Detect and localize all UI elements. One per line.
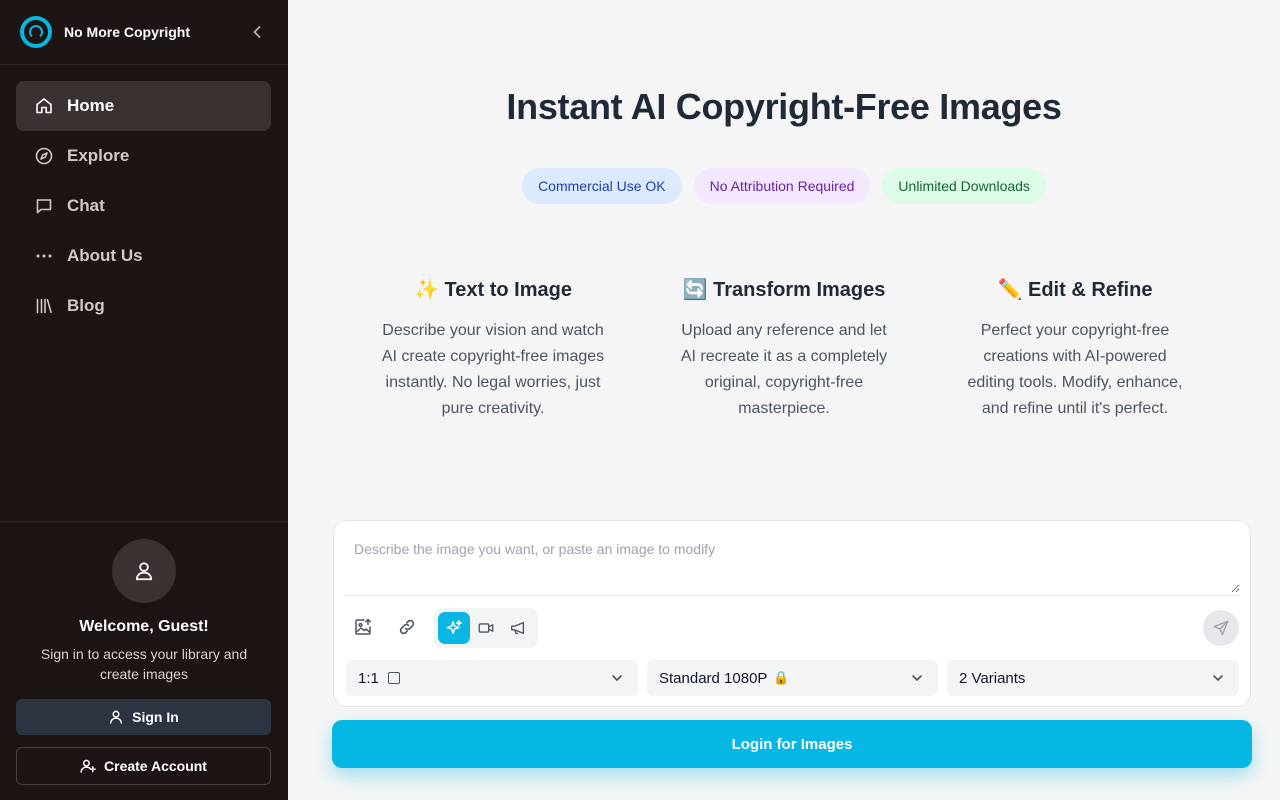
image-mode-button[interactable] xyxy=(438,612,470,644)
more-dots-icon xyxy=(36,254,52,258)
user-icon xyxy=(135,562,153,581)
page-title: Instant AI Copyright-Free Images xyxy=(506,86,1062,127)
feature-edit-refine: ✏️ Edit & Refine Perfect your copyright-… xyxy=(964,276,1186,422)
sidebar-item-label: Explore xyxy=(67,146,130,165)
sign-in-button[interactable]: Sign In xyxy=(16,699,271,735)
sidebar-item-blog[interactable]: Blog xyxy=(16,281,271,331)
user-plus-icon xyxy=(80,759,96,773)
feature-text-to-image: ✨ Text to Image Describe your vision and… xyxy=(380,276,606,422)
pencil-icon: ✏️ xyxy=(997,279,1023,301)
sidebar-item-chat[interactable]: Chat xyxy=(16,181,271,231)
avatar xyxy=(112,539,176,603)
feature-description: Perfect your copyright-free creations wi… xyxy=(967,322,1183,417)
badge-unlimited-downloads: Unlimited Downloads xyxy=(882,168,1046,204)
brand-header: No More Copyright xyxy=(0,0,288,65)
badge-no-attribution: No Attribution Required xyxy=(693,168,871,204)
feature-title: ✨ Text to Image xyxy=(414,279,572,301)
quality-value: Standard 1080P xyxy=(659,669,768,687)
library-icon xyxy=(36,298,52,314)
prompt-input[interactable] xyxy=(344,531,1240,593)
guest-panel: Welcome, Guest! Sign in to access your l… xyxy=(0,521,288,800)
sparkles-icon: ✨ xyxy=(414,279,439,301)
send-icon xyxy=(1213,620,1229,636)
variants-value: 2 Variants xyxy=(959,669,1026,687)
feature-description: Describe your vision and watch AI create… xyxy=(381,322,605,417)
feature-title: 🔄 Transform Images xyxy=(682,279,886,301)
feature-title: ✏️ Edit & Refine xyxy=(997,279,1153,301)
sidebar-nav: Home Explore Chat About Us Blog xyxy=(16,81,271,331)
link-icon xyxy=(399,619,415,635)
create-account-label: Create Account xyxy=(104,758,207,774)
chevron-left-icon xyxy=(253,26,261,38)
prompt-composer: 1:1 Standard 1080P 🔒 2 Variants xyxy=(333,520,1251,707)
badge-commercial-use: Commercial Use OK xyxy=(522,168,682,204)
sidebar: No More Copyright Home Explore Chat Abou… xyxy=(0,0,288,800)
feature-badges: Commercial Use OK No Attribution Require… xyxy=(288,168,1280,204)
divider xyxy=(346,595,1240,596)
feature-description: Upload any reference and let AI recreate… xyxy=(680,322,888,417)
welcome-subtitle: Sign in to access your library and creat… xyxy=(40,646,248,682)
video-icon xyxy=(478,623,494,633)
feature-transform-images: 🔄 Transform Images Upload any reference … xyxy=(673,276,895,422)
compass-icon xyxy=(35,147,53,165)
image-upload-icon xyxy=(355,618,371,635)
sidebar-item-label: About Us xyxy=(67,246,143,265)
megaphone-icon xyxy=(511,621,525,635)
sidebar-item-label: Home xyxy=(67,96,115,115)
sidebar-item-explore[interactable]: Explore xyxy=(16,131,271,181)
square-ratio-icon xyxy=(387,672,400,684)
chat-icon xyxy=(36,199,52,214)
sidebar-item-home[interactable]: Home xyxy=(16,81,271,131)
sign-in-label: Sign In xyxy=(132,709,179,725)
sidebar-item-label: Blog xyxy=(67,296,105,315)
brand-name[interactable]: No More Copyright xyxy=(64,24,190,40)
welcome-title: Welcome, Guest! xyxy=(79,618,209,635)
quality-select[interactable]: Standard 1080P 🔒 xyxy=(647,660,938,696)
refresh-icon: 🔄 xyxy=(682,279,708,301)
lock-icon: 🔒 xyxy=(773,670,790,685)
mode-selector xyxy=(434,608,538,648)
brand-logo[interactable] xyxy=(20,16,52,48)
collapse-sidebar-button[interactable] xyxy=(247,22,267,42)
sparkles-icon xyxy=(446,620,462,635)
sidebar-item-about-us[interactable]: About Us xyxy=(16,231,271,281)
sidebar-item-label: Chat xyxy=(67,196,105,215)
home-icon xyxy=(36,98,52,114)
paste-link-button[interactable] xyxy=(391,611,423,643)
chevron-down-icon xyxy=(1213,675,1223,681)
chevron-down-icon xyxy=(612,675,622,681)
user-icon xyxy=(110,710,123,724)
send-button[interactable] xyxy=(1203,610,1239,646)
variants-select[interactable]: 2 Variants xyxy=(947,660,1239,696)
video-mode-button[interactable] xyxy=(470,612,502,644)
create-account-button[interactable]: Create Account xyxy=(16,747,271,785)
aspect-ratio-value: 1:1 xyxy=(358,669,379,687)
chevron-down-icon xyxy=(912,675,922,681)
aspect-ratio-select[interactable]: 1:1 xyxy=(346,660,638,696)
announcement-mode-button[interactable] xyxy=(502,612,534,644)
upload-image-button[interactable] xyxy=(347,611,379,643)
login-for-images-button[interactable]: Login for Images xyxy=(332,720,1252,768)
